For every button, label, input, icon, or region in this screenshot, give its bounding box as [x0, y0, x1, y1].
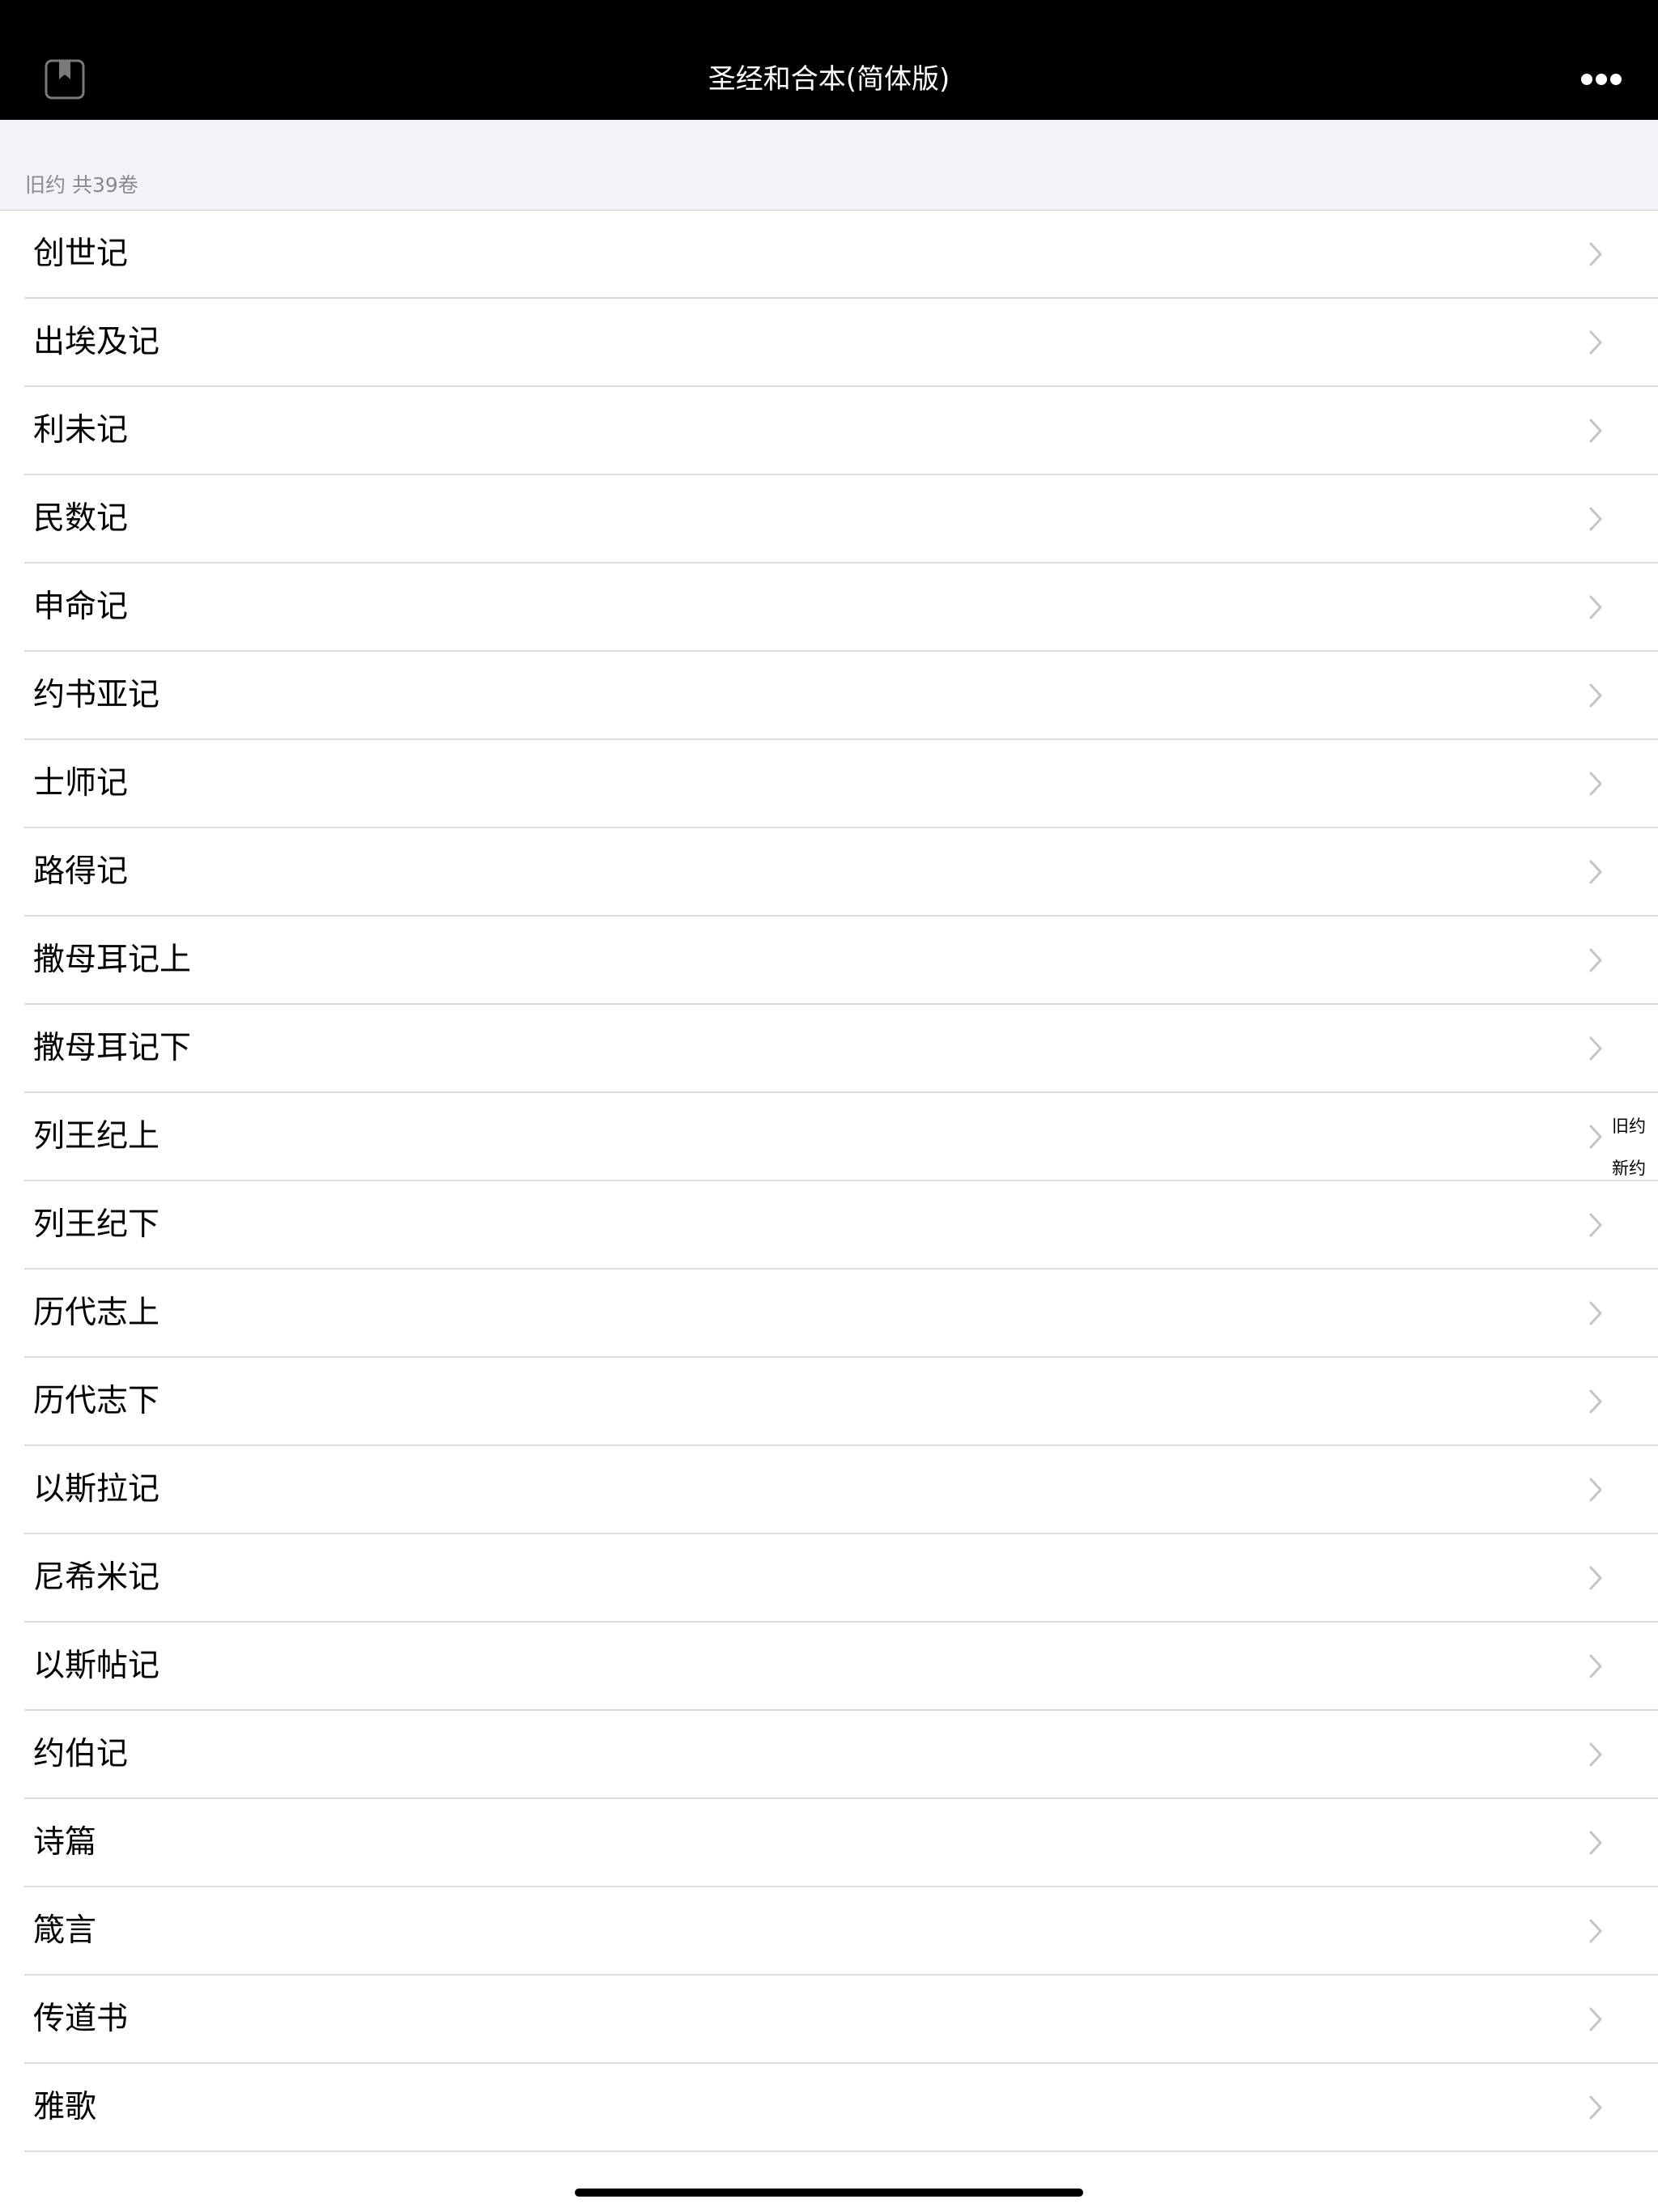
book-name: 历代志下: [33, 1383, 160, 1419]
book-row[interactable]: 历代志上: [24, 1270, 1658, 1358]
book-row[interactable]: 雅歌: [24, 2064, 1658, 2152]
section-index[interactable]: 旧约 新约: [1605, 1116, 1653, 1200]
book-row[interactable]: 约书亚记: [24, 652, 1658, 740]
book-name: 撒母耳记下: [33, 1030, 192, 1066]
chevron-right-icon: [1588, 1918, 1603, 1944]
chevron-right-icon: [1588, 418, 1603, 444]
section-header-bar: [0, 120, 1658, 211]
chevron-right-icon: [1588, 1300, 1603, 1326]
chevron-right-icon: [1588, 2006, 1603, 2032]
chevron-right-icon: [1588, 330, 1603, 355]
book-name: 利未记: [33, 412, 129, 449]
book-name: 诗篇: [33, 1824, 97, 1861]
book-row[interactable]: 路得记: [24, 828, 1658, 917]
book-row[interactable]: 约伯记: [24, 1711, 1658, 1799]
book-name: 传道书: [33, 2001, 129, 2037]
chevron-right-icon: [1588, 1036, 1603, 1061]
book-row[interactable]: 传道书: [24, 1976, 1658, 2064]
chevron-right-icon: [1588, 1565, 1603, 1591]
book-name: 历代志上: [33, 1295, 160, 1331]
book-name: 尼希米记: [33, 1559, 160, 1596]
book-name: 撒母耳记上: [33, 942, 192, 978]
chevron-right-icon: [1588, 2095, 1603, 2121]
chevron-right-icon: [1588, 1477, 1603, 1503]
book-name: 雅歌: [33, 2089, 97, 2125]
chevron-right-icon: [1588, 683, 1603, 708]
book-name: 创世记: [33, 236, 129, 272]
book-list: 创世记出埃及记利未记民数记申命记约书亚记士师记路得记撒母耳记上撒母耳记下列王纪上…: [0, 211, 1658, 2152]
chevron-right-icon: [1588, 1742, 1603, 1767]
book-name: 路得记: [33, 853, 129, 890]
chevron-right-icon: [1588, 241, 1603, 267]
book-name: 约伯记: [33, 1736, 129, 1772]
chevron-right-icon: [1588, 506, 1603, 532]
book-row[interactable]: 撒母耳记下: [24, 1005, 1658, 1093]
book-name: 箴言: [33, 1912, 97, 1949]
book-row[interactable]: 士师记: [24, 740, 1658, 828]
book-row[interactable]: 诗篇: [24, 1799, 1658, 1887]
book-name: 士师记: [33, 765, 129, 802]
book-row[interactable]: 申命记: [24, 564, 1658, 652]
book-row[interactable]: 出埃及记: [24, 299, 1658, 387]
chevron-right-icon: [1588, 1830, 1603, 1856]
chevron-right-icon: [1588, 771, 1603, 797]
book-name: 出埃及记: [33, 324, 160, 360]
book-row[interactable]: 箴言: [24, 1887, 1658, 1976]
more-icon[interactable]: [1577, 62, 1626, 97]
book-name: 列王纪上: [33, 1118, 160, 1155]
book-row[interactable]: 撒母耳记上: [24, 917, 1658, 1005]
book-name: 约书亚记: [33, 677, 160, 713]
chevron-right-icon: [1588, 1389, 1603, 1414]
navigation-bar: 圣经和合本(简体版): [0, 0, 1658, 120]
chevron-right-icon: [1588, 1124, 1603, 1150]
chevron-right-icon: [1588, 859, 1603, 885]
index-item[interactable]: 新约: [1605, 1158, 1653, 1200]
book-name: 列王纪下: [33, 1206, 160, 1243]
book-row[interactable]: 以斯帖记: [24, 1623, 1658, 1711]
chevron-right-icon: [1588, 947, 1603, 973]
home-indicator[interactable]: [575, 2189, 1083, 2197]
chevron-right-icon: [1588, 1653, 1603, 1679]
book-row[interactable]: 创世记: [24, 211, 1658, 299]
book-name: 以斯帖记: [33, 1648, 160, 1684]
book-name: 民数记: [33, 500, 129, 537]
index-item[interactable]: 旧约: [1605, 1116, 1653, 1158]
book-row[interactable]: 利未记: [24, 387, 1658, 475]
book-name: 申命记: [33, 589, 129, 625]
book-row[interactable]: 尼希米记: [24, 1534, 1658, 1623]
book-name: 以斯拉记: [33, 1471, 160, 1508]
page-title: 圣经和合本(简体版): [708, 63, 950, 96]
book-row[interactable]: 列王纪下: [24, 1181, 1658, 1270]
book-row[interactable]: 历代志下: [24, 1358, 1658, 1446]
book-row[interactable]: 列王纪上: [24, 1093, 1658, 1181]
book-row[interactable]: 民数记: [24, 475, 1658, 564]
chevron-right-icon: [1588, 1212, 1603, 1238]
book-row[interactable]: 以斯拉记: [24, 1446, 1658, 1534]
chevron-right-icon: [1588, 594, 1603, 620]
section-header: 旧约 共39卷: [25, 173, 138, 197]
